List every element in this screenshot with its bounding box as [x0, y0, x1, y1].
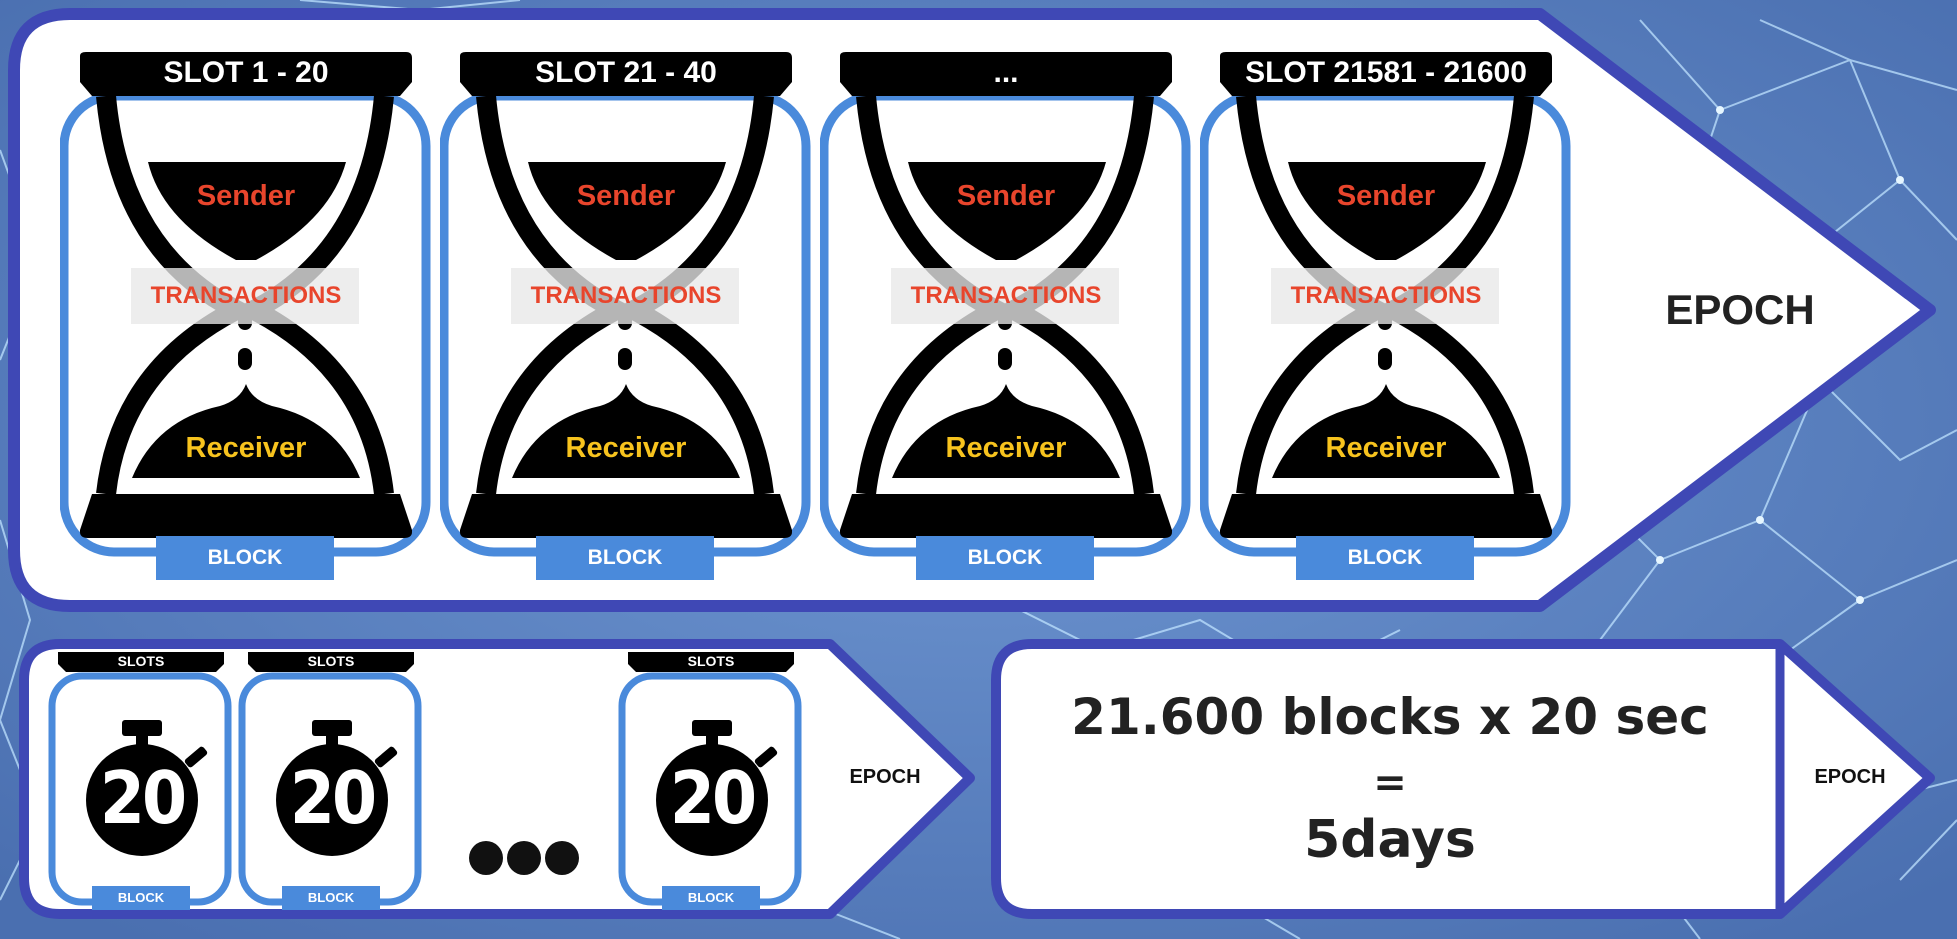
slot-header: SLOT 21581 - 21600 [1245, 56, 1527, 89]
slots-header: SLOTS [117, 653, 165, 669]
transactions-label: TRANSACTIONS [1290, 282, 1482, 309]
sender-label: Sender [576, 180, 676, 212]
receiver-label: Receiver [565, 432, 687, 464]
block-tab: BLOCK [282, 886, 380, 910]
block-tab: BLOCK [156, 536, 334, 580]
transactions-label: TRANSACTIONS [150, 282, 342, 309]
slots-header: SLOTS [687, 653, 735, 669]
slot-card: SLOT 21 - 40 Sender TRANSACTIONS Receive… [440, 50, 820, 590]
receiver-label: Receiver [945, 432, 1067, 464]
top-epoch-label: EPOCH [1665, 286, 1815, 333]
block-tab: BLOCK [916, 536, 1094, 580]
slot-header: SLOT 21 - 40 [535, 56, 717, 89]
sender-label: Sender [1336, 180, 1436, 212]
timer-value: 20 [99, 756, 187, 840]
bottom-right-epoch-label: EPOCH [1814, 766, 1886, 788]
transactions-label: TRANSACTIONS [530, 282, 722, 309]
timer-slot-card: SLOTS 20 BLOCK [48, 650, 234, 912]
block-tab: BLOCK [92, 886, 190, 910]
formula-line-1: 21.600 blocks x 20 sec [1071, 688, 1709, 746]
transactions-label: TRANSACTIONS [910, 282, 1102, 309]
timer-slot-card: SLOTS 20 BLOCK [618, 650, 804, 912]
formula-equals: = [1373, 760, 1407, 806]
timer-value: 20 [289, 756, 377, 840]
three-dots-icon [468, 840, 580, 876]
formula-result: 5days [1304, 810, 1476, 870]
timer-slot-card: SLOTS 20 BLOCK [238, 650, 424, 912]
slot-header: SLOT 1 - 20 [163, 56, 329, 89]
sender-label: Sender [956, 180, 1056, 212]
receiver-label: Receiver [1325, 432, 1447, 464]
block-tab: BLOCK [662, 886, 760, 910]
sender-label: Sender [196, 180, 296, 212]
slot-card: ... Sender TRANSACTIONS Receiver BLOCK [820, 50, 1200, 590]
receiver-label: Receiver [185, 432, 307, 464]
slots-header: SLOTS [307, 653, 355, 669]
bottom-left-epoch-label: EPOCH [849, 766, 921, 788]
slot-card: SLOT 1 - 20 Sender TRANSACTIONS Receiver… [60, 50, 440, 590]
slot-header: ... [993, 56, 1019, 89]
slot-card: SLOT 21581 - 21600 Sender TRANSACTIONS R… [1200, 50, 1580, 590]
block-tab: BLOCK [1296, 536, 1474, 580]
block-tab: BLOCK [536, 536, 714, 580]
timer-value: 20 [669, 756, 757, 840]
